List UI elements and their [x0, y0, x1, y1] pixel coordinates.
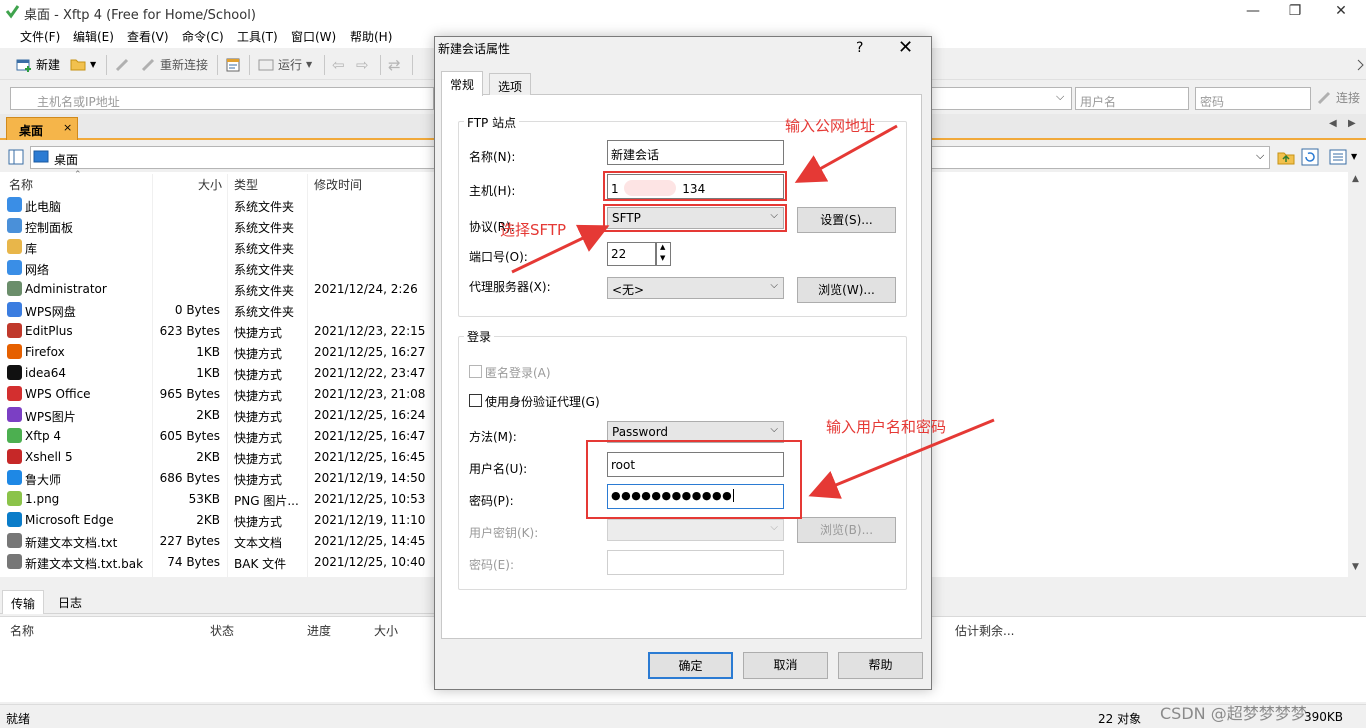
annotation-arrows — [511, 124, 995, 499]
arrow-to-host — [794, 124, 898, 183]
arrow-to-credentials — [808, 418, 995, 499]
arrow-to-protocol — [511, 224, 610, 274]
